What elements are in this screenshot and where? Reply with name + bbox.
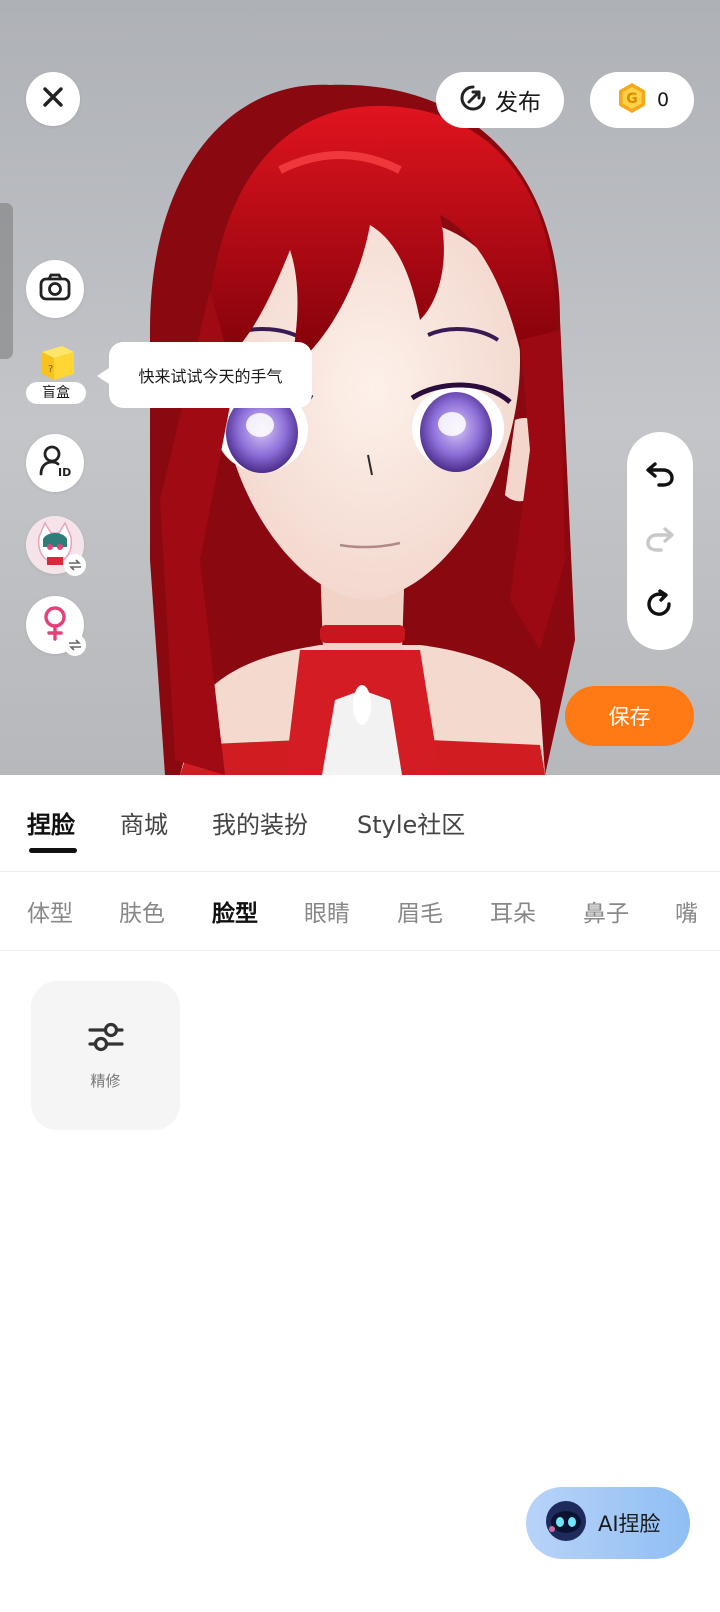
- gender-switch-button[interactable]: [26, 596, 86, 656]
- svg-text:ID: ID: [58, 466, 71, 478]
- publish-button[interactable]: 发布: [436, 72, 564, 128]
- publish-label: 发布: [495, 90, 541, 116]
- category-tab-bar: 体型 肤色 脸型 眼睛 眉毛 耳朵 鼻子 嘴: [0, 872, 720, 950]
- tab-my-outfits[interactable]: 我的装扮: [212, 805, 308, 840]
- ai-face-button[interactable]: AI捏脸: [526, 1487, 690, 1559]
- robot-icon: [544, 1499, 588, 1547]
- tab-style-community[interactable]: Style社区: [357, 805, 465, 840]
- swap-icon: [64, 554, 86, 576]
- save-button[interactable]: 保存: [565, 686, 694, 746]
- fine-tune-label: 精修: [90, 1072, 121, 1090]
- sliders-icon: [87, 1020, 125, 1058]
- subtab-skin[interactable]: 肤色: [119, 894, 165, 928]
- reset-button[interactable]: [640, 586, 680, 626]
- close-button[interactable]: [26, 72, 80, 126]
- subtabs-divider: [0, 950, 720, 951]
- undo-icon: [645, 460, 675, 492]
- subtab-ears[interactable]: 耳朵: [490, 894, 536, 928]
- active-tab-indicator: [29, 848, 77, 853]
- subtab-mouth[interactable]: 嘴: [675, 894, 698, 928]
- switch-avatar-button[interactable]: [26, 516, 86, 576]
- camera-icon: [39, 273, 71, 305]
- main-tab-bar: 捏脸 商城 我的装扮 Style社区: [0, 775, 720, 871]
- blindbox-tooltip: 快来试试今天的手气: [97, 342, 312, 408]
- subtab-nose[interactable]: 鼻子: [583, 894, 629, 928]
- ai-face-label: AI捏脸: [598, 1512, 661, 1536]
- blindbox-button[interactable]: ? 盲盒: [26, 340, 86, 410]
- blindbox-label: 盲盒: [26, 382, 86, 404]
- tab-face-sculpt[interactable]: 捏脸: [27, 805, 75, 840]
- svg-text:?: ?: [48, 364, 53, 375]
- close-icon: [42, 86, 64, 112]
- user-id-icon: ID: [38, 444, 72, 482]
- coin-count: 0: [656, 89, 670, 111]
- redo-button[interactable]: [640, 521, 680, 561]
- fine-tune-button[interactable]: 精修: [31, 981, 180, 1130]
- subtab-eyebrows[interactable]: 眉毛: [397, 894, 443, 928]
- redo-icon: [645, 525, 675, 557]
- avatar-id-button[interactable]: ID: [26, 434, 84, 492]
- blindbox-icon: ?: [34, 340, 78, 388]
- svg-text:G: G: [626, 91, 638, 107]
- subtab-face-shape[interactable]: 脸型: [212, 894, 258, 928]
- subtab-eyes[interactable]: 眼睛: [304, 894, 350, 928]
- coin-icon: G: [615, 81, 649, 119]
- undo-button[interactable]: [640, 456, 680, 496]
- subtab-body[interactable]: 体型: [27, 894, 73, 928]
- history-controls: [627, 432, 693, 650]
- camera-button[interactable]: [26, 260, 84, 318]
- coin-balance[interactable]: G 0: [590, 72, 694, 128]
- reset-icon: [645, 588, 675, 623]
- drawer-handle[interactable]: [0, 203, 13, 359]
- publish-icon: [459, 84, 487, 116]
- gender-swap-icon: [64, 634, 86, 656]
- avatar-preview[interactable]: 发布 G 0 ? 盲盒 快来试试今天的手气 ID 保存: [0, 0, 720, 775]
- tab-store[interactable]: 商城: [120, 805, 168, 840]
